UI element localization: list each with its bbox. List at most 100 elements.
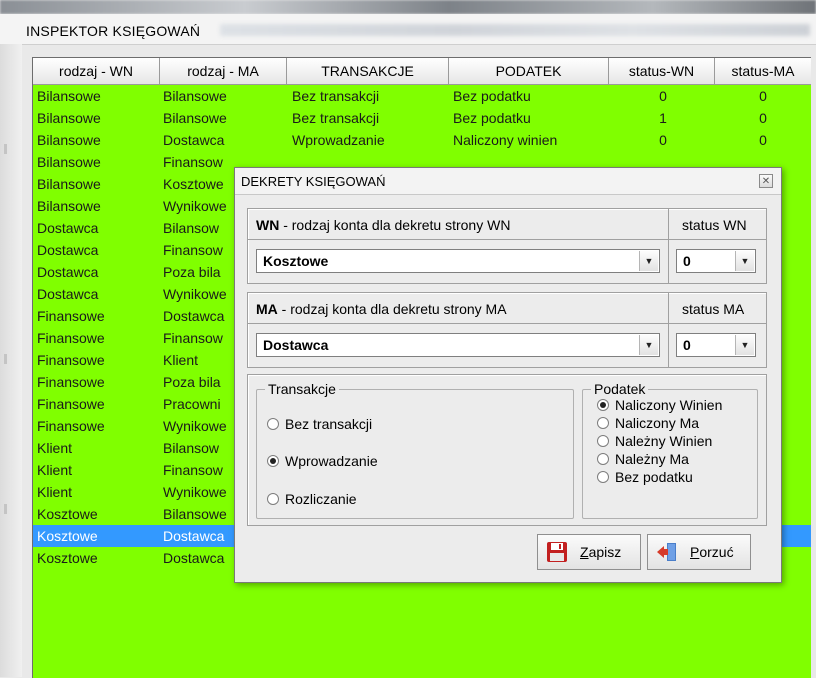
- table-cell: Finansowe: [37, 330, 105, 346]
- table-cell: Bilansowe: [37, 88, 101, 104]
- table-cell: Kosztowe: [37, 506, 98, 522]
- podatek-group: Podatek Naliczony Winien Naliczony Ma Nale…: [582, 381, 758, 519]
- chevron-down-icon[interactable]: ▼: [639, 335, 658, 355]
- radio-dot-icon[interactable]: [267, 493, 279, 505]
- col-header-podatek[interactable]: PODATEK: [449, 58, 609, 84]
- podatek-radio-label: Należny Ma: [615, 451, 689, 467]
- table-cell: Finansowe: [37, 396, 105, 412]
- table-cell: Bilansowe: [37, 154, 101, 170]
- transakcje-radio-label: Wprowadzanie: [285, 453, 378, 469]
- table-cell: 0: [759, 110, 767, 126]
- window-title: INSPEKTOR KSIĘGOWAŃ: [26, 23, 201, 39]
- table-cell: Bez transakcji: [292, 88, 380, 104]
- edge-tick: [4, 144, 7, 154]
- ma-status-select[interactable]: 0 ▼: [676, 333, 756, 357]
- table-cell: Naliczony winien: [453, 132, 558, 148]
- wn-account-select[interactable]: Kosztowe ▼: [256, 249, 660, 273]
- table-cell: Bilansowe: [37, 110, 101, 126]
- exit-door-icon: [657, 543, 676, 561]
- col-header-status-wn[interactable]: status-WN: [609, 58, 715, 84]
- table-cell: Bilansowe: [163, 88, 227, 104]
- col-header-rodzaj-ma[interactable]: rodzaj - MA: [160, 58, 287, 84]
- table-row[interactable]: Bilansowe Dostawca Wprowadzanie Naliczony w…: [33, 129, 811, 151]
- radio-dot-icon[interactable]: [597, 453, 609, 465]
- save-label: Zapisz: [580, 544, 622, 560]
- chevron-down-icon[interactable]: ▼: [735, 335, 754, 355]
- table-cell: Bilansowe: [37, 132, 101, 148]
- radio-dot-icon[interactable]: [267, 418, 279, 430]
- divider: [248, 239, 766, 240]
- wn-label: WN - rodzaj konta dla dekretu strony WN: [256, 217, 511, 233]
- edge-tick: [4, 504, 7, 514]
- table-cell: Bez podatku: [453, 88, 531, 104]
- col-header-status-ma[interactable]: status-MA: [715, 58, 811, 84]
- radio-dot-icon[interactable]: [597, 417, 609, 429]
- table-cell: Dostawca: [37, 264, 99, 280]
- options-panel: Transakcje Bez transakcji Wprowadzanie Roz…: [247, 374, 767, 526]
- radio-dot-icon[interactable]: [267, 455, 279, 467]
- table-cell: Wprowadzanie: [292, 132, 385, 148]
- table-cell: Kosztowe: [37, 550, 98, 566]
- podatek-radio-label: Naliczony Ma: [615, 415, 700, 431]
- radio-dot-icon[interactable]: [597, 435, 609, 447]
- table-cell: Klient: [37, 484, 73, 500]
- col-header-rodzaj-wn[interactable]: rodzaj - WN: [33, 58, 160, 84]
- status-wn-label: status WN: [682, 217, 747, 233]
- table-cell: Bez podatku: [453, 110, 531, 126]
- blurred-toolbar: [220, 24, 810, 36]
- table-cell: 0: [759, 132, 767, 148]
- table-cell: Bilansowe: [37, 176, 101, 192]
- dialog-title: DEKRETY KSIĘGOWAŃ: [241, 174, 386, 189]
- dialog-title-bar: DEKRETY KSIĘGOWAŃ ✕: [235, 168, 781, 195]
- table-cell: Bilansowe: [163, 110, 227, 126]
- blurred-titlebar: [0, 0, 816, 14]
- table-cell: Finansowe: [37, 352, 105, 368]
- table-cell: Bez transakcji: [292, 110, 380, 126]
- ma-account-value: Dostawca: [263, 337, 329, 353]
- table-row[interactable]: Bilansowe Bilansowe Bez transakcji Bez poda…: [33, 107, 811, 129]
- transakcje-group: Transakcje Bez transakcji Wprowadzanie Roz…: [256, 381, 574, 519]
- table-cell: Finansowe: [37, 308, 105, 324]
- podatek-radio-label: Bez podatku: [615, 469, 693, 485]
- dekrety-dialog: DEKRETY KSIĘGOWAŃ ✕ WN - rodzaj konta dl…: [234, 167, 782, 583]
- ma-status-value: 0: [683, 337, 691, 353]
- table-row[interactable]: Bilansowe Bilansowe Bez transakcji Bez poda…: [33, 85, 811, 107]
- edge-tick: [4, 354, 7, 364]
- podatek-legend: Podatek: [591, 381, 649, 397]
- table-cell: 0: [759, 88, 767, 104]
- radio-dot-icon[interactable]: [597, 471, 609, 483]
- transakcje-radio-label: Bez transakcji: [285, 416, 373, 432]
- wn-panel: WN - rodzaj konta dla dekretu strony WN …: [247, 208, 767, 284]
- ma-label: MA - rodzaj konta dla dekretu strony MA: [256, 301, 507, 317]
- chevron-down-icon[interactable]: ▼: [735, 251, 754, 271]
- table-cell: Finansowe: [37, 374, 105, 390]
- table-cell: Bilansowe: [37, 198, 101, 214]
- radio-dot-icon[interactable]: [597, 399, 609, 411]
- table-cell: Dostawca: [37, 286, 99, 302]
- wn-status-value: 0: [683, 253, 691, 269]
- table-cell: 0: [659, 132, 667, 148]
- cancel-button[interactable]: Porzuć: [647, 534, 751, 570]
- close-icon[interactable]: ✕: [759, 174, 773, 188]
- table-cell: Klient: [37, 440, 73, 456]
- table-cell: 1: [659, 110, 667, 126]
- transakcje-radio-label: Rozliczanie: [285, 491, 357, 507]
- window-title-bar: INSPEKTOR KSIĘGOWAŃ: [0, 14, 816, 45]
- table-cell: Finansowe: [37, 418, 105, 434]
- button-bar: Zapisz Porzuć: [247, 532, 765, 574]
- wn-status-select[interactable]: 0 ▼: [676, 249, 756, 273]
- table-cell: 0: [659, 88, 667, 104]
- col-header-transakcje[interactable]: TRANSAKCJE: [287, 58, 449, 84]
- divider: [668, 293, 669, 367]
- divider: [248, 323, 766, 324]
- save-button[interactable]: Zapisz: [537, 534, 641, 570]
- wn-account-value: Kosztowe: [263, 253, 329, 269]
- transakcje-legend: Transakcje: [265, 381, 339, 397]
- chevron-down-icon[interactable]: ▼: [639, 251, 658, 271]
- table-cell: Kosztowe: [37, 528, 98, 544]
- podatek-radio-label: Należny Winien: [615, 433, 713, 449]
- table-cell: Klient: [37, 462, 73, 478]
- floppy-disk-icon: [547, 542, 567, 562]
- ma-account-select[interactable]: Dostawca ▼: [256, 333, 660, 357]
- table-cell: Dostawca: [37, 242, 99, 258]
